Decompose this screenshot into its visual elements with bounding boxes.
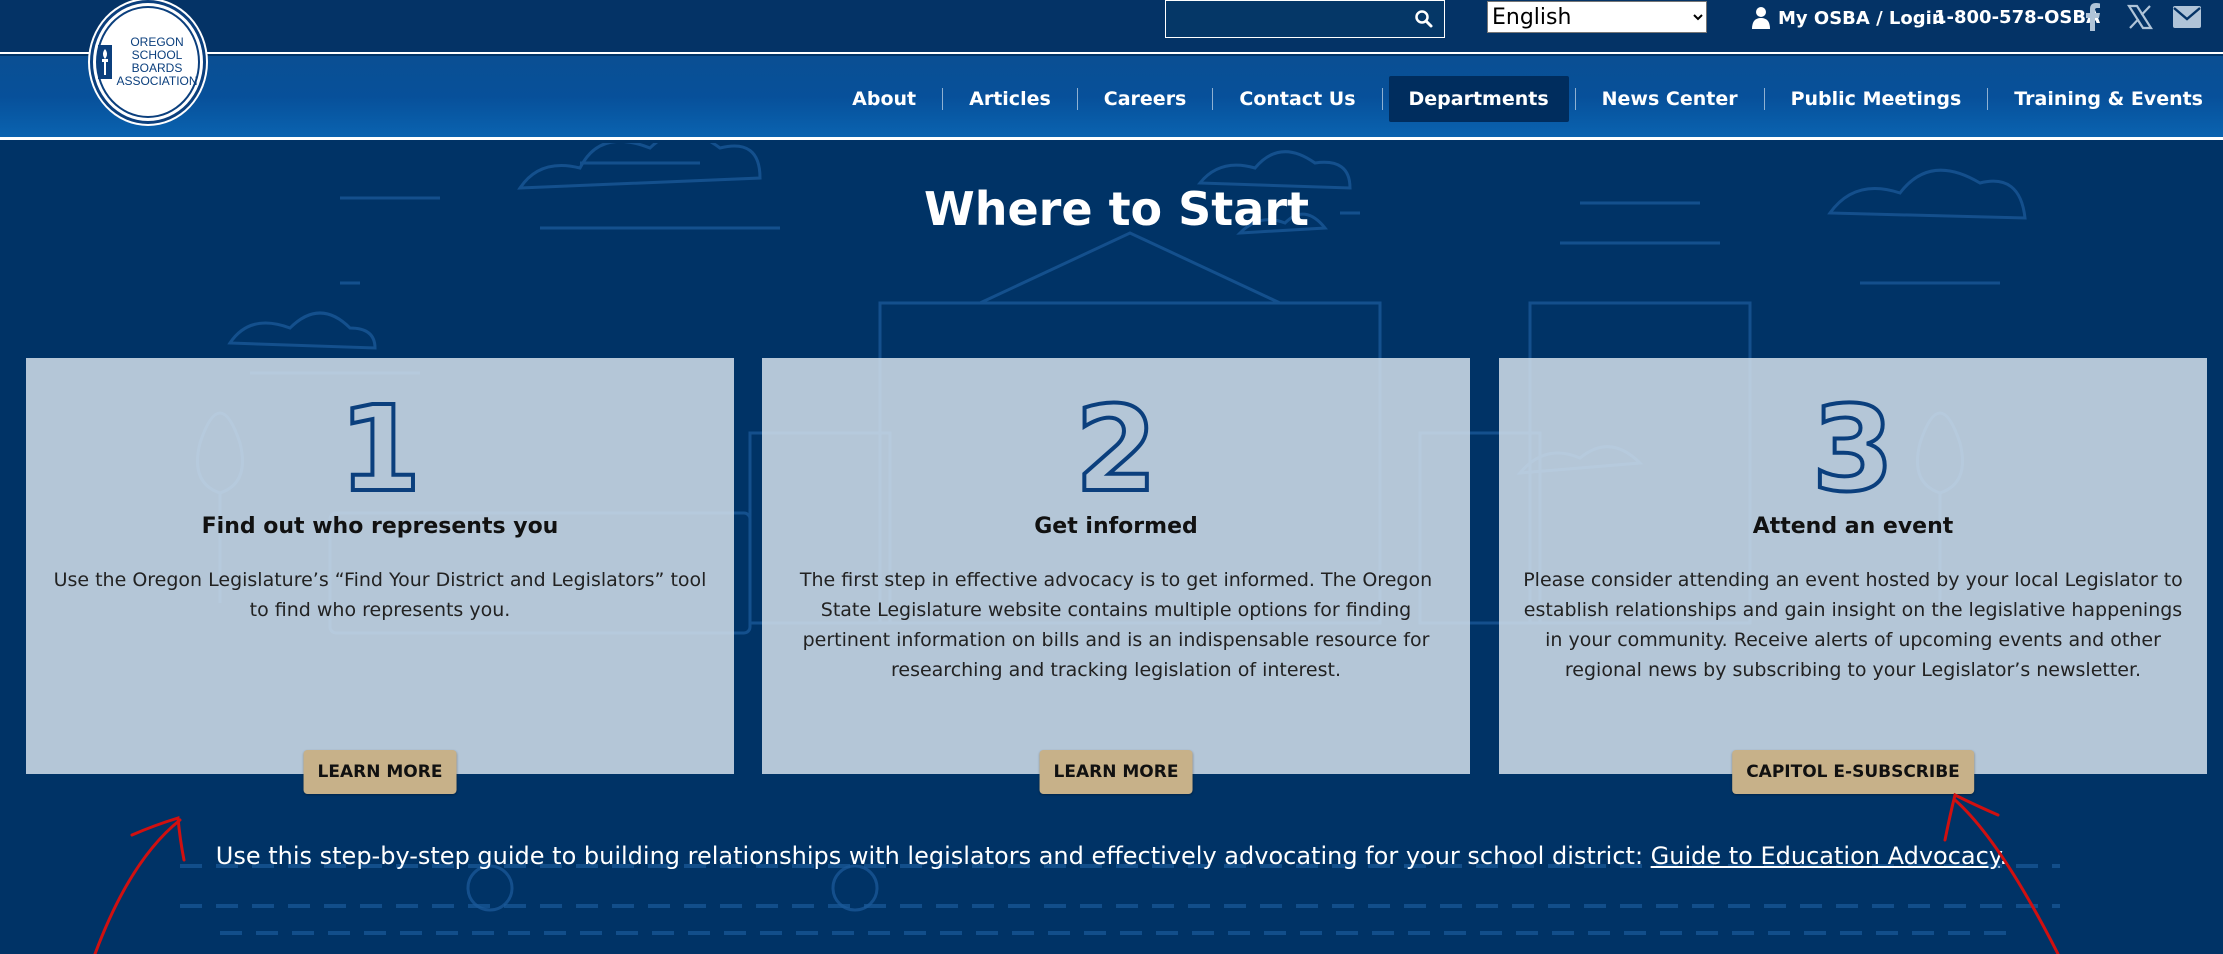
nav-divider [1212,88,1214,110]
step-number-2: 2 [1076,390,1156,500]
step-number-text: 3 [1813,390,1893,500]
logo-line: ASSOCIATION [116,74,198,88]
card-title: Find out who represents you [201,514,559,539]
nav-divider [1381,88,1383,110]
search-box [1165,0,1445,38]
nav-contact-us[interactable]: Contact Us [1219,76,1375,122]
step-number-1: 1 [340,390,420,500]
card-title: Attend an event [1752,514,1954,539]
step-card-1: 1 Find out who represents you Use the Or… [26,358,734,794]
step-number-3: 3 [1813,390,1893,500]
nav-divider [1076,88,1078,110]
card-body: Please consider attending an event hoste… [1523,569,2183,681]
search-input[interactable] [1166,1,1396,37]
x-icon[interactable] [2125,2,2155,32]
nav-public-meetings[interactable]: Public Meetings [1771,76,1982,122]
nav-divider [1763,88,1765,110]
learn-more-button[interactable]: LEARN MORE [1039,750,1193,794]
main-nav: About Articles Careers Contact Us Depart… [832,76,2223,122]
search-icon[interactable] [1414,9,1434,29]
login-link[interactable]: My OSBA / Login [1752,4,1945,32]
nav-about[interactable]: About [832,76,936,122]
facebook-icon[interactable] [2078,2,2108,32]
guide-intro: Use this step-by-step guide to building … [215,842,1651,870]
guide-text: Use this step-by-step guide to building … [0,842,2223,870]
nav-divider [942,88,944,110]
step-number-text: 2 [1076,390,1156,500]
card-title: Get informed [1034,514,1198,539]
logo-text: OREGON SCHOOL BOARDS ASSOCIATION [116,36,197,88]
login-label: My OSBA / Login [1778,7,1945,29]
step-card-2: 2 Get informed The first step in effecti… [762,358,1470,794]
nav-divider [1574,88,1576,110]
language-select[interactable]: English [1487,1,1707,33]
learn-more-button[interactable]: LEARN MORE [303,750,457,794]
card-body: Use the Oregon Legislature’s “Find Your … [53,569,707,621]
card-body: The first step in effective advocacy is … [799,569,1433,681]
nav-careers[interactable]: Careers [1084,76,1207,122]
guide-end: . [1999,842,2008,870]
nav-training-events[interactable]: Training & Events [1994,76,2223,122]
step-number-text: 1 [340,390,420,500]
user-icon [1752,7,1770,29]
utility-bar: English My OSBA / Login 1-800-578-OSBA [0,0,2223,54]
torch-icon [98,45,113,79]
mail-icon[interactable] [2172,2,2202,32]
capitol-e-subscribe-button[interactable]: CAPITOL E-SUBSCRIBE [1732,750,1974,794]
step-card-3: 3 Attend an event Please consider attend… [1499,358,2207,794]
guide-link[interactable]: Guide to Education Advocacy [1651,842,2000,870]
phone-number[interactable]: 1-800-578-OSBA [1934,4,2100,32]
osba-logo[interactable]: OREGON SCHOOL BOARDS ASSOCIATION [90,0,206,124]
section-heading: Where to Start [923,182,1310,236]
nav-news-center[interactable]: News Center [1582,76,1758,122]
main-navbar: About Articles Careers Contact Us Depart… [0,56,2223,140]
logo-ring: OREGON SCHOOL BOARDS ASSOCIATION [96,6,200,118]
nav-articles[interactable]: Articles [949,76,1071,122]
nav-divider [1987,88,1989,110]
nav-departments[interactable]: Departments [1388,76,1569,122]
